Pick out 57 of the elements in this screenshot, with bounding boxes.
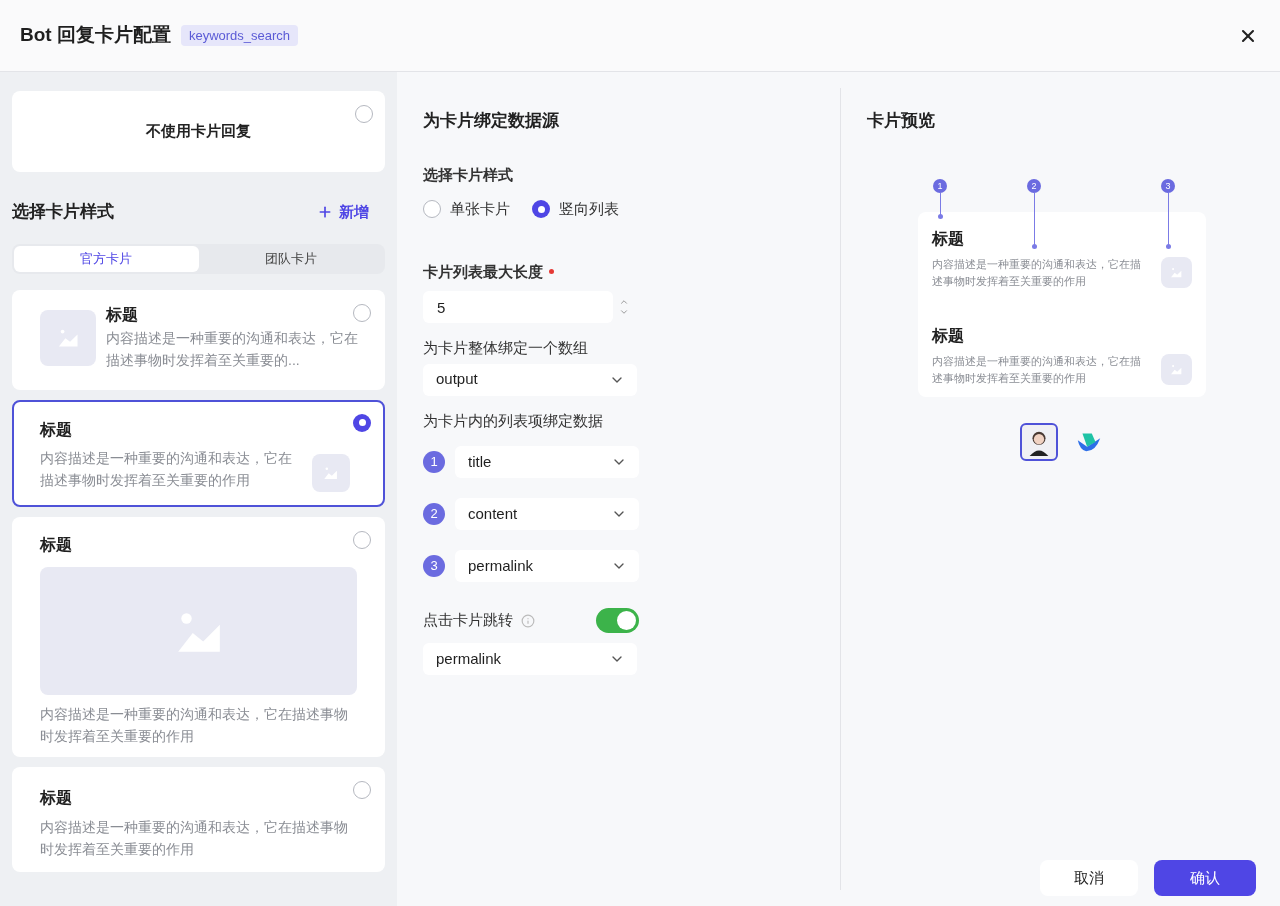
select-field[interactable]: title [455,446,639,478]
card-description: 内容描述是一种重要的沟通和表达，它在描述事物时发挥着至关重要的作用 [40,817,349,859]
tag: keywords_search [180,24,299,47]
card-radio[interactable] [353,530,371,549]
preview-item-title: 标题 [932,228,965,249]
field-label: 为卡片整体绑定一个数组 [423,338,589,358]
card-style-option[interactable]: 标题 内容描述是一种重要的沟通和表达，它在描述事物时发挥着至关重要的作用 [12,516,385,757]
card-description: 内容描述是一种重要的沟通和表达，它在描述事物时发挥着至关重要的... [106,328,359,370]
select-field[interactable]: output [423,363,637,396]
card-style-option[interactable]: 标题 内容描述是一种重要的沟通和表达，它在描述事物时发挥着至关重要的作用 [12,399,385,507]
card-radio[interactable] [353,413,371,432]
toggle-switch[interactable] [596,608,639,633]
tab[interactable]: 团队卡片 [198,245,383,272]
chevron-up-icon [619,297,629,307]
preview-item-description: 内容描述是一种重要的沟通和表达，它在描述事物时发挥着至关重要的作用 [932,256,1142,289]
card-title: 标题 [106,304,139,325]
card-style-option[interactable]: 标题 内容描述是一种重要的沟通和表达，它在描述事物时发挥着至关重要的作用 [12,766,385,872]
section-title: 选择卡片样式 [12,201,114,223]
field-label: 选择卡片样式 [423,164,514,185]
number-badge: 2 [423,503,445,525]
preview-item-description: 内容描述是一种重要的沟通和表达，它在描述事物时发挥着至关重要的作用 [932,353,1142,386]
preview-item-title: 标题 [932,325,965,346]
no-card-option[interactable]: 不使用卡片回复 [12,91,385,172]
card-title: 标题 [40,419,73,440]
avatar-option[interactable] [1020,422,1058,461]
radio-label: 单张卡片 [450,199,510,219]
select-field[interactable]: permalink [455,550,639,582]
card-radio[interactable] [353,303,371,322]
dialog-title: Bot 回复卡片配置 [20,23,171,48]
confirm-button[interactable]: 确认 [1154,860,1256,896]
info-icon [521,613,535,628]
stepper[interactable] [619,297,629,317]
card-title: 标题 [40,534,73,555]
number-badge: 3 [423,555,445,577]
card-radio[interactable] [353,780,371,799]
radio-label: 竖向列表 [559,199,619,219]
option-label: 不使用卡片回复 [146,121,251,142]
section-title: 卡片预览 [867,110,936,132]
card-title: 标题 [40,787,73,808]
style-radio[interactable] [532,200,550,219]
number-badge: 1 [423,451,445,473]
select-field[interactable]: permalink [423,643,637,675]
chevron-down-icon [619,307,629,317]
section-title: 为卡片绑定数据源 [423,110,560,132]
no-card-radio[interactable] [355,105,373,123]
card-description: 内容描述是一种重要的沟通和表达，它在描述事物时发挥着至关重要的作用 [40,704,349,746]
card-style-option[interactable]: 标题 内容描述是一种重要的沟通和表达，它在描述事物时发挥着至关重要的... [12,289,385,390]
style-radio[interactable] [423,200,441,219]
cancel-button[interactable]: 取消 [1040,860,1138,896]
add-button[interactable]: 新增 [317,200,369,223]
number-input[interactable]: 5 [423,291,613,323]
select-field[interactable]: content [455,498,639,530]
card-description: 内容描述是一种重要的沟通和表达，它在描述事物时发挥着至关重要的作用 [40,448,293,490]
field-label: 卡片列表最大长度 [423,261,543,282]
field-label: 为卡片内的列表项绑定数据 [423,410,604,431]
field-label: 点击卡片跳转 [423,610,513,631]
tab[interactable]: 官方卡片 [14,245,199,272]
